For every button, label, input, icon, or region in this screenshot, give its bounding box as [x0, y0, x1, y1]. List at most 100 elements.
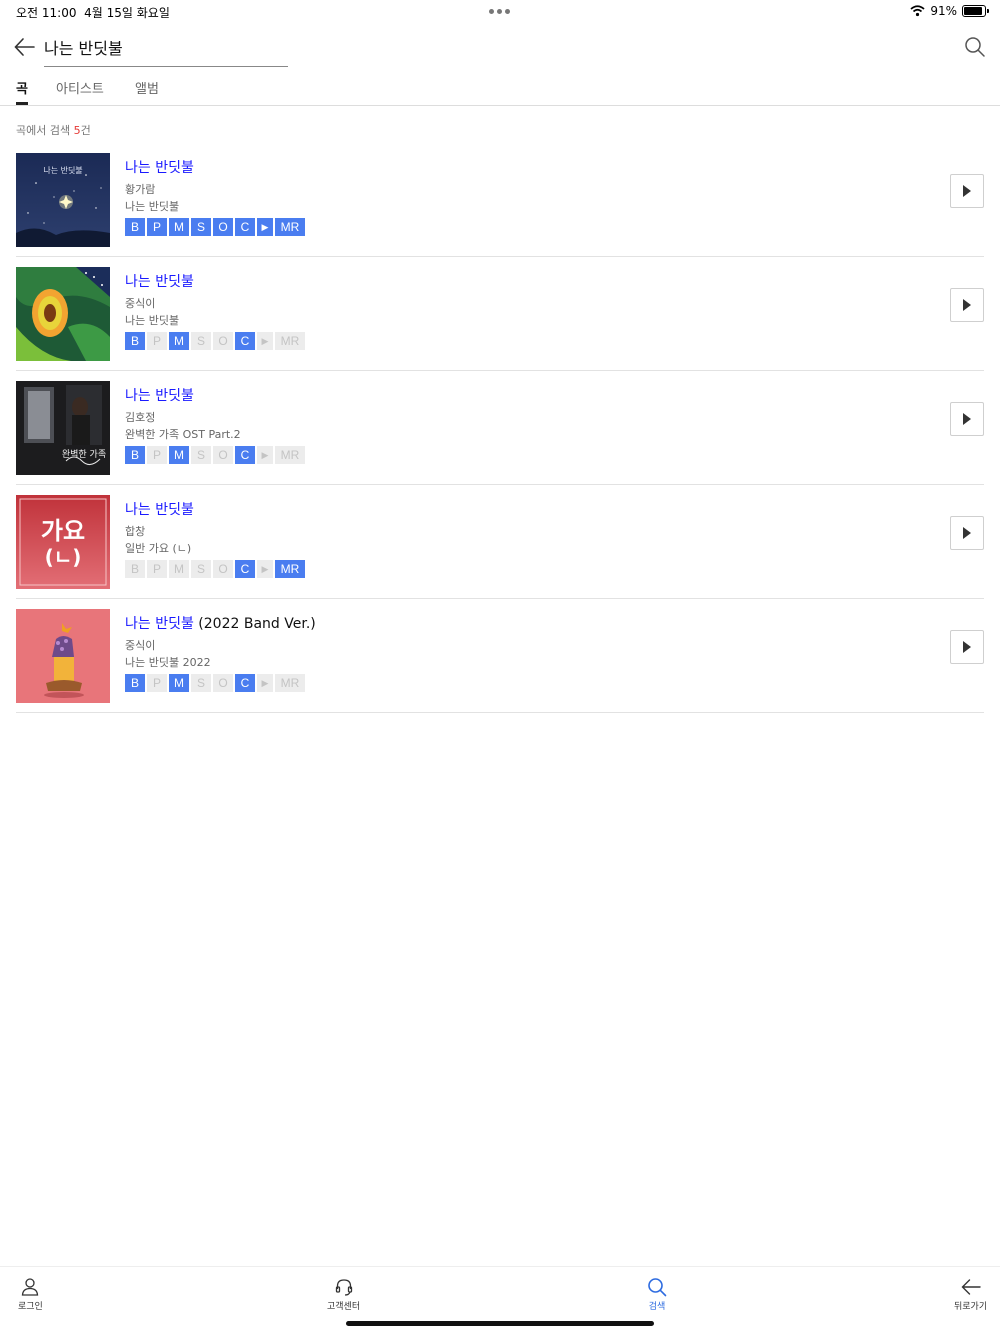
back-arrow-icon [961, 1279, 981, 1295]
home-indicator[interactable] [346, 1321, 654, 1326]
back-arrow-icon[interactable] [12, 34, 38, 60]
play-button[interactable] [950, 174, 984, 208]
badge-preview[interactable]: ▶ [257, 218, 273, 236]
format-badges: B P M S O C ▶ MR [125, 560, 305, 578]
headset-icon [335, 1279, 352, 1296]
song-info: 나는 반딧불 (2022 Band Ver.) 중식이 나는 반딧불 2022 … [125, 615, 316, 692]
badge-p[interactable]: P [147, 560, 167, 578]
badge-b[interactable]: B [125, 560, 145, 578]
wifi-icon [910, 5, 925, 17]
song-album[interactable]: 나는 반딧불 [125, 312, 305, 329]
badge-mr[interactable]: MR [275, 446, 305, 464]
tab-albums[interactable]: 앨범 [135, 78, 159, 105]
play-button[interactable] [950, 630, 984, 664]
song-info: 나는 반딧불 합창 일반 가요 (ㄴ) B P M S O C ▶ MR [125, 501, 305, 578]
status-time: 오전 11:00 4월 15일 화요일 [16, 6, 170, 20]
song-row[interactable]: 완벽한 가족 나는 반딧불 김호정 완벽한 가족 OST Part.2 BPMS… [16, 371, 984, 485]
play-button[interactable] [950, 288, 984, 322]
play-button[interactable] [950, 516, 984, 550]
nav-label: 검색 [648, 1302, 666, 1312]
badge-c[interactable]: C [235, 674, 255, 692]
badge-s[interactable]: S [191, 332, 211, 350]
song-row[interactable]: 나는 반딧불 중식이 나는 반딧불 B P M S O C ▶ MR [16, 257, 984, 371]
format-badges: B P M S O C ▶ MR [125, 674, 316, 692]
nav-login[interactable]: 로그인 [18, 1277, 43, 1312]
song-title[interactable]: 나는 반딧불 [125, 501, 305, 519]
badge-preview[interactable]: ▶ [257, 674, 273, 692]
song-artist[interactable]: 중식이 [125, 637, 316, 654]
song-result-list: 나는 반딧불 나는 반딧불 황가람 나는 반딧불 B P M S O C ▶ MR [16, 143, 984, 713]
song-info: 나는 반딧불 황가람 나는 반딧불 B P M S O C ▶ MR [125, 159, 305, 236]
badge-p[interactable]: P [147, 218, 167, 236]
badge-preview[interactable]: ▶ [257, 560, 273, 578]
multitask-dots[interactable] [489, 9, 510, 14]
badge-s[interactable]: S [191, 674, 211, 692]
badge-c[interactable]: C [235, 446, 255, 464]
badge-p[interactable]: P [147, 674, 167, 692]
nav-customer-center[interactable]: 고객센터 [327, 1277, 360, 1312]
song-artist[interactable]: 황가람 [125, 181, 305, 198]
battery-icon [962, 5, 989, 17]
badge-p[interactable]: P [147, 446, 167, 464]
song-row[interactable]: 나는 반딧불 (2022 Band Ver.) 중식이 나는 반딧불 2022 … [16, 599, 984, 713]
song-artist[interactable]: 김호정 [125, 409, 305, 426]
album-cover[interactable]: 나는 반딧불 [16, 153, 110, 247]
nav-label: 로그인 [18, 1302, 43, 1312]
badge-m[interactable]: M [169, 446, 189, 464]
badge-mr[interactable]: MR [275, 332, 305, 350]
badge-mr[interactable]: MR [275, 560, 305, 578]
song-title[interactable]: 나는 반딧불 (2022 Band Ver.) [125, 615, 316, 633]
badge-preview[interactable]: ▶ [257, 332, 273, 350]
badge-m[interactable]: M [169, 560, 189, 578]
nav-search[interactable]: 검색 [647, 1277, 667, 1312]
badge-p[interactable]: P [147, 332, 167, 350]
song-artist[interactable]: 중식이 [125, 295, 305, 312]
album-cover[interactable] [16, 267, 110, 361]
song-album[interactable]: 완벽한 가족 OST Part.2 [125, 426, 305, 443]
badge-c[interactable]: C [235, 332, 255, 350]
play-icon [963, 185, 971, 197]
tab-artists[interactable]: 아티스트 [56, 78, 104, 105]
badge-o[interactable]: O [213, 218, 233, 236]
song-album[interactable]: 일반 가요 (ㄴ) [125, 540, 305, 557]
badge-mr[interactable]: MR [275, 674, 305, 692]
album-cover[interactable] [16, 609, 110, 703]
search-input[interactable]: 나는 반딧불 [44, 35, 288, 67]
play-button[interactable] [950, 402, 984, 436]
song-title[interactable]: 나는 반딧불 [125, 159, 305, 177]
badge-b[interactable]: B [125, 218, 145, 236]
badge-b[interactable]: B [125, 332, 145, 350]
badge-o[interactable]: O [213, 674, 233, 692]
badge-o[interactable]: O [213, 560, 233, 578]
badge-preview[interactable]: ▶ [257, 446, 273, 464]
badge-o[interactable]: O [213, 332, 233, 350]
badge-b[interactable]: B [125, 446, 145, 464]
song-row[interactable]: 나는 반딧불 나는 반딧불 황가람 나는 반딧불 B P M S O C ▶ MR [16, 143, 984, 257]
tab-songs[interactable]: 곡 [16, 78, 28, 105]
song-album[interactable]: 나는 반딧불 [125, 198, 305, 215]
format-badges: B P M S O C ▶ MR [125, 446, 305, 464]
badge-c[interactable]: C [235, 218, 255, 236]
song-title[interactable]: 나는 반딧불 [125, 387, 305, 405]
search-header: 나는 반딧불 [0, 24, 1000, 72]
badge-b[interactable]: B [125, 674, 145, 692]
badge-o[interactable]: O [213, 446, 233, 464]
badge-mr[interactable]: MR [275, 218, 305, 236]
badge-m[interactable]: M [169, 674, 189, 692]
badge-m[interactable]: M [169, 332, 189, 350]
search-icon[interactable] [964, 36, 986, 58]
badge-s[interactable]: S [191, 446, 211, 464]
song-row[interactable]: 가요 (ㄴ) 나는 반딧불 합창 일반 가요 (ㄴ) B P M S O C ▶ MR [16, 485, 984, 599]
album-cover[interactable]: 가요 (ㄴ) [16, 495, 110, 589]
search-icon [648, 1278, 667, 1297]
nav-back[interactable]: 뒤로가기 [954, 1277, 987, 1312]
badge-s[interactable]: S [191, 218, 211, 236]
badge-m[interactable]: M [169, 218, 189, 236]
song-album[interactable]: 나는 반딧불 2022 [125, 654, 316, 671]
song-artist[interactable]: 합창 [125, 523, 305, 540]
badge-c[interactable]: C [235, 560, 255, 578]
song-title[interactable]: 나는 반딧불 [125, 273, 305, 291]
badge-s[interactable]: S [191, 560, 211, 578]
album-cover[interactable]: 완벽한 가족 [16, 381, 110, 475]
result-tabs: 곡 아티스트 앨범 [0, 72, 1000, 106]
